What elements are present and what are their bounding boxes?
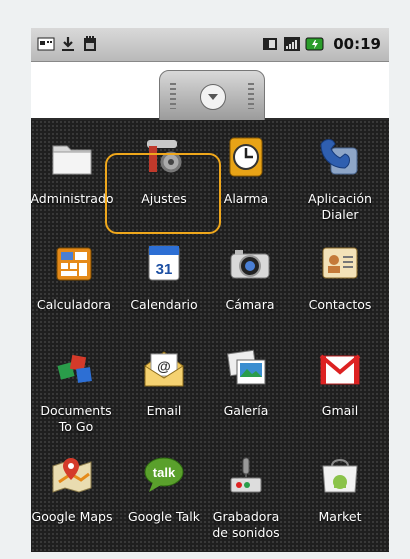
selection-highlight — [105, 153, 221, 234]
grip-right-icon — [248, 83, 254, 109]
app-galeria[interactable]: Galería — [201, 346, 291, 419]
phone-screen: 00:19 Administrado Ajustes Alarma Aplica… — [31, 28, 389, 552]
app-label: Contactos — [308, 297, 372, 312]
documents-icon — [57, 354, 92, 383]
camera-icon — [230, 250, 270, 279]
app-label: Calculadora — [36, 297, 112, 312]
app-label: Google Talk — [128, 509, 200, 524]
app-label: Market — [318, 509, 362, 524]
vibrate-icon — [263, 38, 278, 50]
calculator-icon — [56, 247, 92, 281]
app-calculadora[interactable]: Calculadora — [31, 240, 119, 313]
app-label: Grabadora de sonidos — [212, 509, 280, 540]
app-contactos[interactable]: Contactos — [295, 240, 385, 313]
email-icon: @ — [144, 351, 184, 387]
contacts-icon — [322, 247, 358, 279]
download-icon — [62, 37, 74, 51]
grip-left-icon — [170, 83, 176, 109]
calendar-icon: 31 — [148, 245, 180, 281]
sd-card-icon — [84, 36, 96, 51]
app-label: Documents To Go — [40, 403, 112, 434]
signal-icon — [284, 37, 301, 51]
status-bar: 00:19 — [31, 28, 389, 62]
clock-text: 00:19 — [333, 35, 381, 53]
drawer-close-button[interactable] — [200, 84, 226, 110]
app-label: Cámara — [225, 297, 275, 312]
chevron-down-icon — [208, 94, 218, 100]
app-email[interactable]: @ Email — [119, 346, 209, 419]
calendar-day-text: 31 — [156, 261, 173, 278]
app-grabadora[interactable]: Grabadora de sonidos — [201, 452, 291, 541]
app-google-maps[interactable]: Google Maps — [31, 452, 117, 525]
app-documents-to-go[interactable]: Documents To Go — [31, 346, 121, 435]
app-label: Google Maps — [31, 509, 113, 524]
clock-icon — [229, 137, 263, 177]
keyboard-icon — [37, 37, 55, 51]
talk-text: talk — [153, 465, 176, 480]
drawer-handle[interactable] — [159, 70, 265, 122]
svg-text:@: @ — [157, 358, 171, 374]
app-label: Galería — [223, 403, 269, 418]
app-label: Calendario — [130, 297, 198, 312]
app-calendario[interactable]: 31 Calendario — [119, 240, 209, 313]
app-label: Email — [146, 403, 182, 418]
app-google-talk[interactable]: talk Google Talk — [119, 452, 209, 525]
app-camara[interactable]: Cámara — [205, 240, 295, 313]
app-label: Aplicación Dialer — [308, 191, 372, 222]
app-label: Gmail — [321, 403, 359, 418]
folder-icon — [52, 145, 92, 175]
maps-icon — [52, 458, 92, 493]
recorder-icon — [230, 457, 262, 493]
gmail-icon — [319, 354, 361, 385]
battery-icon — [305, 37, 324, 51]
market-icon — [322, 459, 358, 493]
app-dialer[interactable]: Aplicación Dialer — [295, 134, 385, 223]
app-gmail[interactable]: Gmail — [295, 346, 385, 419]
talk-icon: talk — [144, 457, 184, 492]
gallery-icon — [227, 349, 266, 385]
app-market[interactable]: Market — [295, 452, 385, 525]
phone-icon — [320, 139, 358, 175]
